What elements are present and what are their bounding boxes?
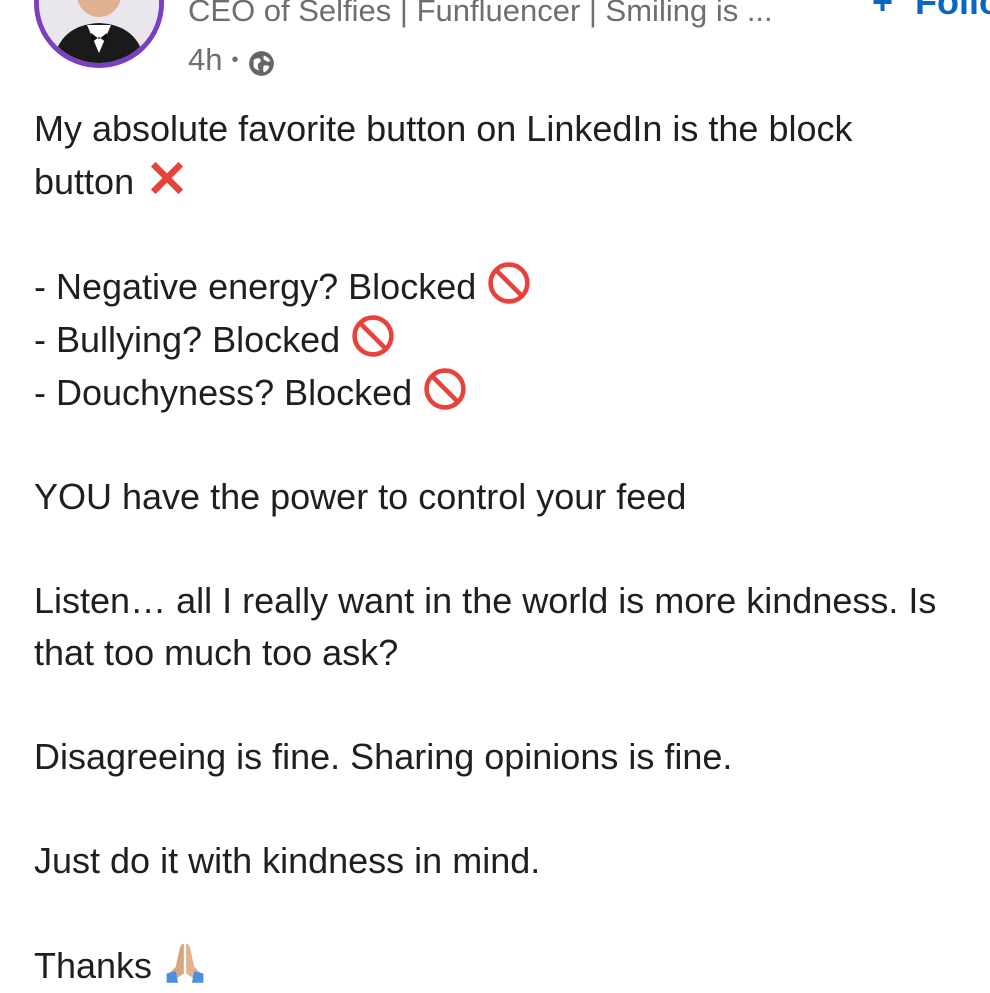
author-headline[interactable]: CEO of Selfies | Funfluencer | Smiling i… [188, 0, 808, 31]
follow-button[interactable]: + Follow [872, 0, 990, 22]
prohibited-emoji [350, 313, 396, 359]
post-line: button [34, 155, 990, 208]
post-line: Just do it with kindness in mind. [34, 840, 541, 881]
post-line: that too much too ask? [34, 632, 399, 673]
post-line: Thanks [34, 939, 990, 992]
plus-icon: + [872, 0, 894, 22]
meta-separator: • [231, 48, 239, 71]
post-meta: 4h • [188, 40, 275, 80]
post-line: Listen… all I really want in the world i… [34, 580, 937, 621]
post-body: My absolute favorite button on LinkedIn … [34, 103, 990, 992]
cross-mark-emoji [144, 155, 190, 201]
post-line: - Bullying? Blocked [34, 313, 990, 366]
prohibited-emoji [422, 366, 468, 412]
post-line: YOU have the power to control your feed [34, 476, 687, 517]
avatar-photo [39, 0, 159, 63]
post-line: My absolute favorite button on LinkedIn … [34, 108, 853, 149]
post-line: - Douchyness? Blocked [34, 366, 990, 419]
post-time: 4h [188, 42, 223, 77]
folded-hands-emoji [162, 939, 208, 985]
prohibited-emoji [486, 260, 532, 306]
globe-icon [248, 49, 275, 76]
author-avatar[interactable] [34, 0, 164, 68]
follow-label: Follow [915, 0, 990, 22]
post-line: Disagreeing is fine. Sharing opinions is… [34, 736, 733, 777]
post-line: - Negative energy? Blocked [34, 260, 990, 313]
